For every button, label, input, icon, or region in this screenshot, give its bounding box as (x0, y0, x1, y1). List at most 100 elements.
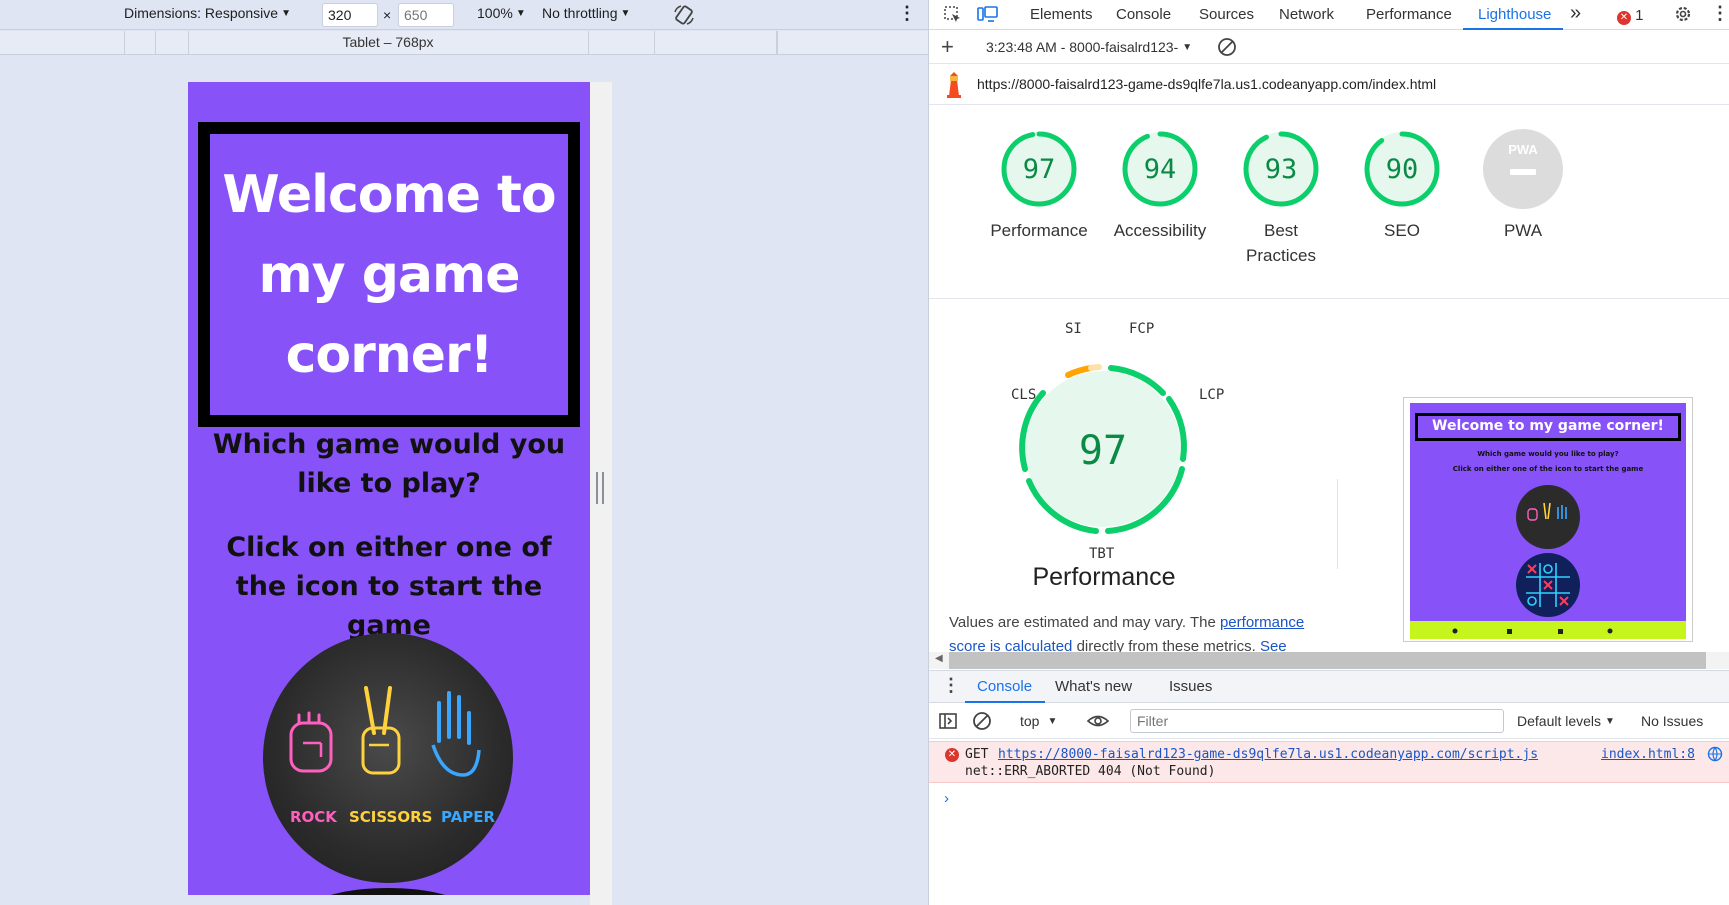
performance-metric-gauge: 97 (1019, 364, 1187, 534)
device-mode-icon (977, 6, 998, 22)
error-method: GET (965, 747, 989, 762)
performance-note: Values are estimated and may vary. The p… (949, 611, 1309, 652)
score-gauge-best-practices[interactable]: 93 Best Practices (1226, 128, 1336, 268)
thumbnail-title: Welcome to my game corner! (1415, 413, 1681, 441)
hero-banner: Welcome to my game corner! (198, 122, 580, 427)
chevron-down-icon: ▼ (515, 7, 526, 19)
console-prompt-icon[interactable]: › (944, 790, 949, 807)
thumbnail-rps-icon (1516, 485, 1580, 549)
tab-network[interactable]: Network (1279, 6, 1334, 23)
report-url-bar: https://8000-faisalrd123-game-ds9qlfe7la… (929, 65, 1729, 105)
score-gauge-seo[interactable]: 90 SEO (1347, 128, 1457, 243)
gauge-ring: 93 (1243, 131, 1319, 207)
breakpoint-segment[interactable] (776, 31, 778, 55)
drawer-menu-icon[interactable]: ⋮ (942, 675, 960, 696)
gear-icon (1675, 6, 1691, 22)
gauge-label: Accessibility (1113, 221, 1207, 240)
performance-score: 97 (1079, 428, 1127, 474)
gauge-label: Performance (990, 221, 1088, 240)
metric-si: SI (1065, 321, 1082, 337)
thumbnail-tic-tac-toe-icon (1516, 553, 1580, 617)
tab-sources[interactable]: Sources (1199, 6, 1254, 23)
inspect-icon (944, 6, 960, 22)
divider (1337, 479, 1338, 569)
media-query-bar[interactable]: Tablet – 768px (0, 31, 928, 55)
tab-lighthouse[interactable]: Lighthouse (1478, 6, 1551, 23)
network-request-icon[interactable] (1707, 746, 1723, 766)
emulated-viewport: Welcome to my game corner! Which game wo… (188, 82, 590, 895)
gauge-value: 97 (1023, 154, 1056, 185)
tab-console[interactable]: Console (1116, 6, 1171, 23)
score-gauge-accessibility[interactable]: 94 Accessibility (1105, 128, 1215, 243)
horizontal-scrollbar-thumb[interactable] (949, 652, 1706, 669)
final-screenshot-thumbnail[interactable]: Welcome to my game corner! Which game wo… (1403, 397, 1693, 642)
clear-console-icon[interactable] (972, 711, 992, 734)
drawer-tab-whats-new[interactable]: What's new (1055, 678, 1132, 695)
device-toolbar: Dimensions: Responsive ▼ × 100% ▼ No thr… (0, 0, 928, 30)
performance-title: Performance (1032, 563, 1176, 591)
gauge-ring: 97 (1001, 131, 1077, 207)
error-counter[interactable]: ✕ 1 (1617, 7, 1644, 25)
scroll-left-icon[interactable]: ◀ (935, 653, 943, 664)
gauge-value: 94 (1144, 154, 1177, 185)
report-label: 3:23:48 AM - 8000-faisalrd123- (986, 39, 1179, 55)
inspect-element-button[interactable] (943, 5, 963, 29)
console-filter-input[interactable] (1130, 709, 1504, 733)
devtools-panel: Elements Console Sources Network Perform… (928, 0, 1729, 905)
lighthouse-toolbar: + 3:23:48 AM - 8000-faisalrd123- ▼ (929, 31, 1729, 64)
log-levels-dropdown[interactable]: Default levels ▼ (1517, 713, 1615, 729)
gauge-label: SEO (1384, 221, 1420, 240)
drawer-tabbar: ⋮ Console What's new Issues (929, 670, 1729, 703)
thumbnail-instruction: Click on either one of the icon to start… (1452, 465, 1644, 473)
tab-performance[interactable]: Performance (1366, 6, 1452, 23)
error-icon: ✕ (945, 748, 959, 762)
active-drawer-tab-indicator (965, 701, 1045, 703)
chevron-down-icon: ▼ (1605, 715, 1615, 727)
gauge-label: Best Practices (1246, 221, 1316, 265)
settings-button[interactable] (1673, 4, 1693, 28)
report-selector[interactable]: 3:23:48 AM - 8000-faisalrd123- ▼ (986, 39, 1192, 55)
see-link[interactable]: See (1260, 638, 1287, 652)
score-gauge-pwa[interactable]: PWA PWA (1468, 128, 1578, 243)
console-sidebar-icon[interactable] (938, 711, 958, 734)
gauge-ring: 94 (1122, 131, 1198, 207)
rotate-button[interactable] (672, 3, 696, 27)
note-suffix: directly from these metrics. (1072, 638, 1260, 652)
error-icon: ✕ (1617, 11, 1631, 25)
live-expression-eye-icon[interactable] (1086, 712, 1110, 733)
scissors-label: SCISSORS (349, 808, 433, 826)
tab-elements[interactable]: Elements (1030, 6, 1093, 23)
game-instruction: Click on either one of the icon to start… (226, 532, 552, 641)
issues-counter[interactable]: No Issues (1641, 713, 1703, 729)
error-url-link[interactable]: https://8000-faisalrd123-game-ds9qlfe7la… (998, 747, 1538, 762)
error-source-link[interactable]: index.html:8 (1601, 747, 1695, 762)
more-tabs-icon[interactable]: » (1570, 2, 1581, 25)
metric-cls: CLS (1011, 387, 1037, 403)
log-levels-label: Default levels (1517, 713, 1602, 729)
height-input[interactable] (398, 3, 454, 27)
gauge-label: PWA (1503, 221, 1543, 240)
device-toolbar-toggle[interactable] (977, 5, 999, 29)
tic-tac-toe-game-link[interactable] (313, 888, 463, 895)
drawer-tab-issues[interactable]: Issues (1169, 678, 1212, 695)
context-selector[interactable]: top ▼ (1020, 713, 1057, 729)
resize-handle[interactable] (596, 472, 604, 504)
report-url[interactable]: https://8000-faisalrd123-game-ds9qlfe7la… (977, 76, 1436, 92)
pwa-badge-text: PWA (1508, 142, 1538, 157)
thumbnail-page: Welcome to my game corner! Which game wo… (1410, 403, 1686, 639)
width-input[interactable] (322, 3, 378, 27)
score-gauge-performance[interactable]: 97 Performance (984, 128, 1094, 243)
drawer-tab-console[interactable]: Console (977, 678, 1032, 695)
new-report-icon[interactable]: + (941, 34, 954, 60)
dimensions-dropdown[interactable]: Dimensions: Responsive ▼ (124, 5, 291, 21)
clear-reports-icon[interactable] (1217, 37, 1237, 60)
error-detail: net::ERR_ABORTED 404 (Not Found) (965, 764, 1216, 779)
zoom-dropdown[interactable]: 100% ▼ (477, 5, 526, 21)
more-options-icon[interactable]: ⋮ (1711, 3, 1729, 24)
throttling-dropdown[interactable]: No throttling ▼ (542, 5, 630, 21)
thumbnail-footer (1410, 621, 1686, 639)
gauge-value: 90 (1386, 154, 1419, 185)
chevron-down-icon: ▼ (1047, 715, 1058, 727)
more-options-icon[interactable]: ⋮ (898, 3, 916, 24)
rock-paper-scissors-game-link[interactable]: ROCK SCISSORS PAPER (263, 633, 513, 883)
